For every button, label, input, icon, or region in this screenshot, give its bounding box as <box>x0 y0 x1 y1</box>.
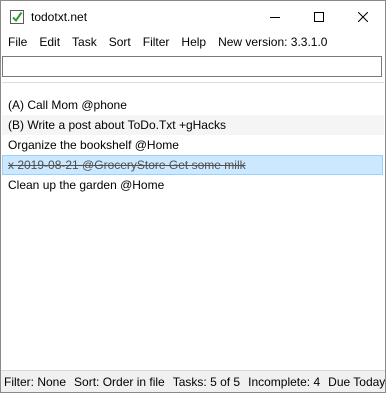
task-text: (A) Call Mom @phone <box>8 98 127 112</box>
status-sort: Sort: Order in file <box>74 375 165 389</box>
task-row-selected[interactable]: x 2019-08-21 @GroceryStore Get some milk <box>2 155 383 175</box>
menu-task[interactable]: Task <box>67 32 102 52</box>
close-button[interactable] <box>341 1 385 32</box>
task-row[interactable]: Organize the bookshelf @Home <box>2 135 384 155</box>
task-list-area[interactable]: (A) Call Mom @phone (B) Write a post abo… <box>2 82 384 370</box>
task-row[interactable]: Clean up the garden @Home <box>2 175 384 195</box>
menu-sort[interactable]: Sort <box>104 32 136 52</box>
menu-help[interactable]: Help <box>176 32 211 52</box>
window-title: todotxt.net <box>31 9 88 24</box>
menu-file[interactable]: File <box>3 32 32 52</box>
task-entry-box <box>2 56 382 77</box>
status-tasks: Tasks: 5 of 5 <box>172 375 241 389</box>
maximize-button[interactable] <box>297 1 341 32</box>
status-bar: Filter: None Sort: Order in file Tasks: … <box>1 370 385 392</box>
task-row[interactable]: (A) Call Mom @phone <box>2 95 384 115</box>
task-list: (A) Call Mom @phone (B) Write a post abo… <box>2 95 384 195</box>
task-text: Organize the bookshelf @Home <box>8 138 179 152</box>
close-icon <box>358 11 368 22</box>
app-window: todotxt.net File Edit Task Sort Filter H… <box>0 0 386 393</box>
checkmark-app-icon[interactable] <box>10 9 24 24</box>
title-bar[interactable]: todotxt.net <box>1 1 385 32</box>
minimize-icon <box>270 16 280 18</box>
maximize-icon <box>314 11 324 22</box>
window-controls <box>253 1 385 32</box>
task-text-completed: x 2019-08-21 @GroceryStore Get some milk <box>8 158 246 172</box>
menu-edit[interactable]: Edit <box>34 32 65 52</box>
task-text: Clean up the garden @Home <box>8 178 165 192</box>
status-incomplete: Incomplete: 4 <box>248 375 321 389</box>
menu-new-version[interactable]: New version: 3.3.1.0 <box>213 32 332 52</box>
task-entry-input[interactable] <box>3 57 381 76</box>
menu-bar: File Edit Task Sort Filter Help New vers… <box>1 32 385 52</box>
task-row[interactable]: (B) Write a post about ToDo.Txt +gHacks <box>2 115 384 135</box>
minimize-button[interactable] <box>253 1 297 32</box>
task-text: (B) Write a post about ToDo.Txt +gHacks <box>8 118 226 132</box>
menu-filter[interactable]: Filter <box>138 32 175 52</box>
status-due-today: Due Today: 0 <box>328 375 385 389</box>
status-filter: Filter: None <box>4 375 67 389</box>
